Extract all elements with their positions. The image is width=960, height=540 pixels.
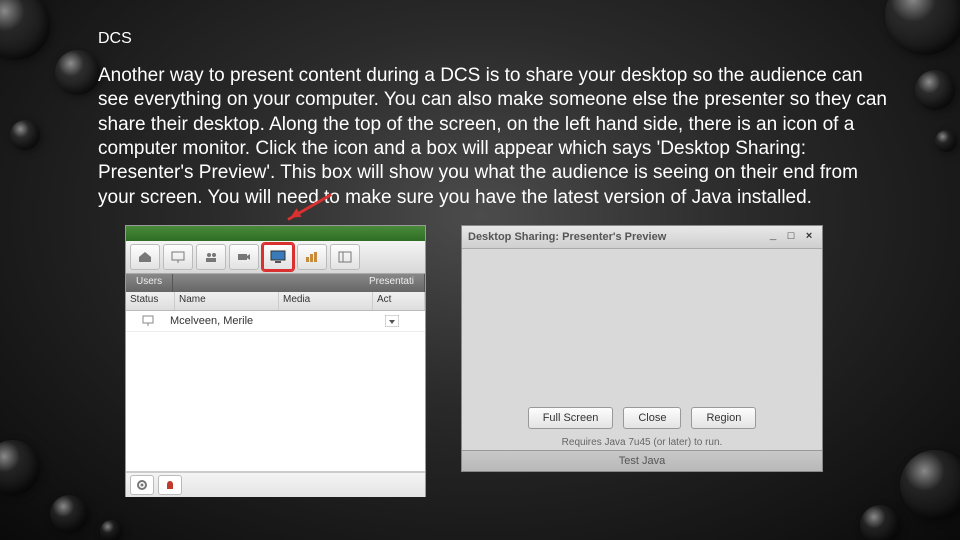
bubble-decoration (100, 520, 122, 540)
full-screen-button[interactable]: Full Screen (528, 407, 614, 429)
toolbar-presentation-button[interactable] (163, 244, 193, 270)
presenter-status-icon (126, 315, 170, 327)
region-button[interactable]: Region (691, 407, 756, 429)
conference-app-screenshot: Users Presentati Status Name Media Act M… (125, 225, 426, 497)
layout-icon (338, 251, 352, 263)
app-footer-bar (126, 472, 425, 497)
app-toolbar (126, 241, 425, 274)
tab-users[interactable]: Users (126, 274, 173, 292)
bubble-decoration (915, 70, 955, 110)
chart-icon (305, 251, 319, 263)
hand-icon (164, 479, 176, 491)
test-java-link[interactable]: Test Java (462, 450, 822, 471)
table-row[interactable]: Mcelveen, Merile (126, 311, 425, 332)
home-icon (138, 251, 152, 263)
close-button[interactable]: Close (623, 407, 681, 429)
maximize-button[interactable]: □ (784, 231, 798, 243)
users-list: Mcelveen, Merile (126, 311, 425, 472)
monitor-icon (270, 250, 286, 264)
bubble-decoration (50, 495, 88, 533)
gear-icon (136, 479, 148, 491)
java-requirement-note: Requires Java 7u45 (or later) to run. (462, 435, 822, 450)
bubble-decoration (900, 450, 960, 520)
toolbar-users-button[interactable] (196, 244, 226, 270)
toolbar-layout-button[interactable] (330, 244, 360, 270)
col-status: Status (126, 292, 175, 310)
bubble-decoration (55, 50, 100, 95)
users-column-header: Status Name Media Act (126, 292, 425, 311)
col-name: Name (175, 292, 279, 310)
close-window-button[interactable]: × (802, 231, 816, 243)
user-name: Mcelveen, Merile (170, 315, 269, 327)
slide-paragraph: Another way to present content during a … (98, 64, 898, 210)
bubble-decoration (0, 0, 50, 60)
bubble-decoration (935, 130, 957, 152)
tab-bar: Users Presentati (126, 274, 425, 292)
slide-title: DCS (98, 30, 898, 48)
desktop-sharing-preview-window: Desktop Sharing: Presenter's Preview _ □… (461, 225, 823, 472)
toolbar-poll-button[interactable] (297, 244, 327, 270)
col-action: Act (373, 292, 425, 310)
toolbar-home-button[interactable] (130, 244, 160, 270)
window-titlebar: Desktop Sharing: Presenter's Preview _ □… (462, 226, 822, 249)
window-title: Desktop Sharing: Presenter's Preview (468, 231, 666, 243)
bubble-decoration (0, 440, 40, 495)
toolbar-webcam-button[interactable] (229, 244, 259, 270)
settings-button[interactable] (130, 475, 154, 495)
bubble-decoration (860, 505, 900, 540)
minimize-button[interactable]: _ (766, 231, 780, 243)
bubble-decoration (10, 120, 40, 150)
presentation-icon (171, 251, 185, 263)
app-header-bar (126, 226, 425, 241)
preview-button-row: Full Screen Close Region (462, 401, 822, 435)
preview-area (462, 249, 822, 401)
toolbar-desktop-share-button[interactable] (262, 243, 294, 271)
tab-presentation[interactable]: Presentati (359, 274, 425, 292)
row-action-dropdown[interactable] (358, 315, 425, 327)
raise-hand-button[interactable] (158, 475, 182, 495)
col-media: Media (279, 292, 373, 310)
users-icon (204, 251, 218, 263)
webcam-icon (237, 251, 251, 263)
